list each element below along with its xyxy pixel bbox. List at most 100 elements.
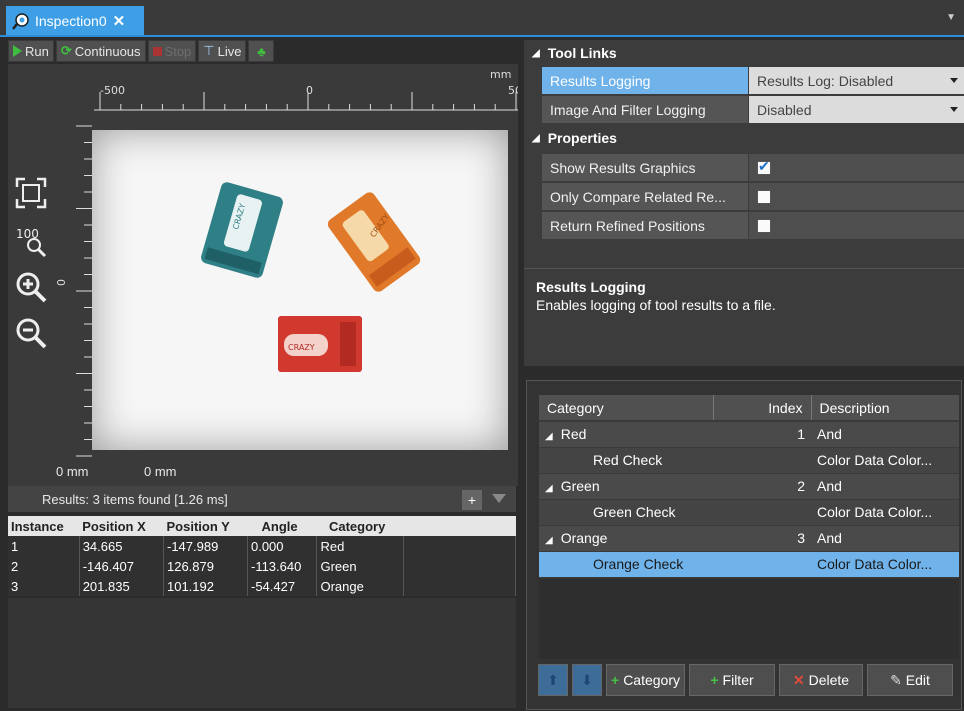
live-button[interactable]: ⊤ Live (198, 40, 247, 62)
move-down-button[interactable]: ⬇ (572, 664, 602, 696)
orange-object (327, 192, 421, 292)
category-label: Orange (560, 530, 608, 546)
zoom-100-button[interactable]: 100 (14, 224, 48, 258)
filter-row-orange-check[interactable]: Orange Check Color Data Color... (539, 551, 959, 578)
filter-description: Color Data Color... (811, 447, 959, 474)
properties-section-header[interactable]: ◢ Properties (524, 125, 964, 151)
image-filter-logging-dropdown[interactable]: Disabled (748, 96, 964, 124)
tree-button[interactable]: ♣ (248, 40, 275, 62)
ruler-label-neg500: -500 (100, 84, 125, 97)
table-cell: 126.879 (163, 556, 248, 576)
image-filter-logging-label: Image And Filter Logging (542, 96, 748, 124)
add-category-button[interactable]: + Category (606, 664, 685, 696)
category-description: And (811, 421, 959, 448)
table-cell: -113.640 (247, 556, 318, 576)
add-filter-label: Filter (722, 672, 754, 688)
only-compare-value (748, 183, 964, 211)
delete-button[interactable]: ✕ Delete (779, 664, 863, 696)
move-up-button[interactable]: ⬆ (538, 664, 568, 696)
category-label: Green (560, 478, 600, 494)
add-filter-button[interactable]: + Filter (689, 664, 775, 696)
column-header-instance[interactable]: Instance (8, 516, 80, 536)
column-header-category[interactable]: Category (539, 395, 714, 422)
image-viewer[interactable]: mm -500 0 5C 0 100 (8, 64, 518, 486)
column-header-position-y[interactable]: Position Y (163, 516, 248, 536)
expand-triangle-icon[interactable]: ◢ (545, 483, 553, 494)
table-row[interactable]: 2 -146.407 126.879 -113.640 Green (8, 556, 516, 576)
filter-index (713, 499, 811, 526)
zoom-out-button[interactable] (14, 316, 48, 350)
column-header-category[interactable]: Category (316, 516, 404, 536)
category-description: And (811, 473, 959, 500)
camera-image[interactable]: CRAZY CRAZY CRAZY (92, 130, 508, 450)
table-cell: -147.989 (163, 536, 248, 556)
add-category-label: Category (623, 672, 680, 688)
only-compare-checkbox[interactable] (757, 189, 771, 204)
table-cell (403, 556, 516, 576)
image-filter-logging-row[interactable]: Image And Filter Logging Disabled (542, 96, 964, 124)
category-label: Red (560, 426, 587, 443)
filter-description: Color Data Color... (811, 499, 959, 526)
delete-label: Delete (808, 672, 850, 688)
column-header-angle[interactable]: Angle (247, 516, 317, 536)
stop-button[interactable]: Stop (147, 40, 197, 62)
category-index: 3 (713, 525, 811, 552)
expand-triangle-icon[interactable]: ◢ (545, 431, 553, 442)
column-header-index[interactable]: Index (713, 395, 812, 422)
category-empty-area (539, 579, 959, 659)
viewer-coordinates: 0 mm 0 mm (8, 462, 518, 484)
return-refined-value (748, 212, 964, 240)
table-cell: 0.000 (247, 536, 318, 556)
camera-icon: ⊤ (203, 43, 215, 58)
column-header-description[interactable]: Description (811, 395, 959, 422)
close-tab-icon[interactable]: ✕ (113, 12, 126, 30)
tool-links-section-header[interactable]: ◢ Tool Links (524, 40, 964, 66)
tab-inspection0[interactable]: Inspection0 ✕ (6, 6, 144, 35)
return-refined-row[interactable]: Return Refined Positions (542, 212, 964, 240)
results-logging-label: Results Logging (542, 67, 748, 95)
results-table-header: Instance Position X Position Y Angle Cat… (8, 516, 516, 536)
table-row[interactable]: 3 201.835 101.192 -54.427 Orange (8, 576, 516, 596)
expand-triangle-icon[interactable]: ◢ (545, 535, 553, 546)
dropdown-arrow-icon (950, 107, 958, 112)
table-cell: 1 (8, 536, 80, 556)
edit-button[interactable]: ✎ Edit (867, 664, 953, 696)
category-row-red[interactable]: ◢ Red 1 And (539, 421, 959, 448)
plus-icon: + (611, 672, 620, 688)
add-results-button[interactable]: + (462, 490, 482, 510)
zoom-in-button[interactable] (14, 270, 48, 304)
category-row-green[interactable]: ◢ Green 2 And (539, 473, 959, 500)
zoom-out-icon (16, 318, 47, 349)
table-row[interactable]: 1 34.665 -147.989 0.000 Red (8, 536, 516, 556)
inspected-objects: CRAZY CRAZY CRAZY (201, 182, 421, 372)
show-graphics-row[interactable]: Show Results Graphics (542, 154, 964, 182)
table-cell (403, 536, 516, 556)
continuous-button[interactable]: ⟳ Continuous (55, 40, 146, 62)
tab-title: Inspection0 (35, 12, 107, 29)
only-compare-label: Only Compare Related Re... (542, 183, 748, 211)
show-graphics-checkbox[interactable] (757, 158, 771, 175)
chevron-down-icon[interactable] (492, 494, 506, 503)
run-button[interactable]: Run (8, 40, 54, 62)
filter-row-red-check[interactable]: Red Check Color Data Color... (539, 447, 959, 474)
category-row-orange[interactable]: ◢ Orange 3 And (539, 525, 959, 552)
table-cell: 2 (8, 556, 80, 576)
live-label: Live (217, 43, 242, 59)
column-header-position-x[interactable]: Position X (79, 516, 164, 536)
results-logging-row[interactable]: Results Logging Results Log: Disabled (542, 67, 964, 95)
tab-menu-icon[interactable]: ▼ (946, 12, 956, 23)
tree-icon: ♣ (257, 43, 266, 59)
fit-view-button[interactable] (14, 176, 48, 210)
results-summary: Results: 3 items found [1.26 ms] (8, 486, 516, 512)
play-icon (13, 45, 22, 57)
inspection-icon (12, 12, 29, 30)
run-label: Run (25, 43, 49, 59)
filter-row-green-check[interactable]: Green Check Color Data Color... (539, 499, 959, 526)
only-compare-row[interactable]: Only Compare Related Re... (542, 183, 964, 211)
return-refined-checkbox[interactable] (757, 218, 771, 233)
plus-icon: + (710, 672, 719, 688)
results-logging-dropdown[interactable]: Results Log: Disabled (748, 67, 964, 95)
document-tab-bar: Inspection0 ✕ ▼ (0, 0, 964, 37)
category-actions: ⬆ ⬇ + Category + Filter ✕ Delete ✎ Edit (538, 664, 953, 696)
category-table-header: Category Index Description (539, 395, 959, 422)
